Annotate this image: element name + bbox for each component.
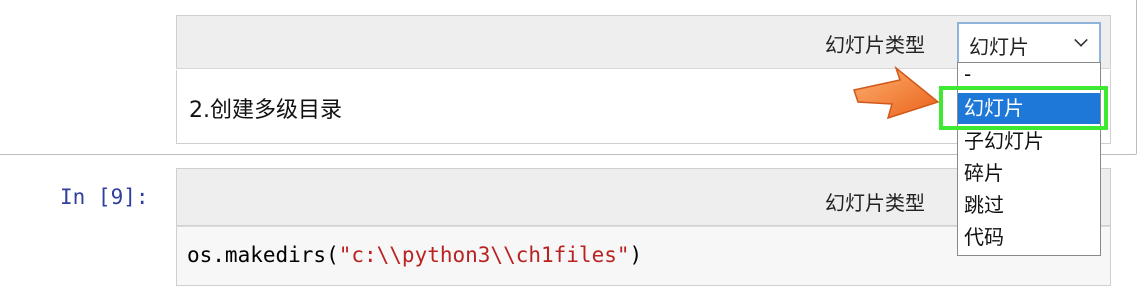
code-line: os.makedirs("c:\\python3\\ch1files") — [187, 243, 642, 267]
code-paren: ) — [629, 243, 643, 267]
option-subslide[interactable]: 子幻灯片 — [958, 126, 1100, 157]
code-string: "c:\\python3\\ch1files" — [338, 243, 630, 267]
chevron-down-icon — [1074, 33, 1088, 47]
option-fragment[interactable]: 碎片 — [958, 158, 1100, 189]
slide-type-select[interactable]: 幻灯片 — [957, 22, 1101, 64]
input-prompt: In [9]: — [60, 185, 149, 209]
code-function: os.makedirs( — [187, 243, 339, 267]
pointer-arrow-icon — [853, 65, 940, 120]
option-code[interactable]: 代码 — [958, 222, 1100, 253]
highlight-box — [939, 86, 1108, 130]
markdown-heading-text: 2.创建多级目录 — [189, 98, 342, 123]
option-skip[interactable]: 跳过 — [958, 190, 1100, 221]
slide-type-label: 幻灯片类型 — [825, 33, 925, 57]
slide-type-value: 幻灯片 — [969, 35, 1029, 59]
slide-type-label-2: 幻灯片类型 — [825, 191, 925, 215]
